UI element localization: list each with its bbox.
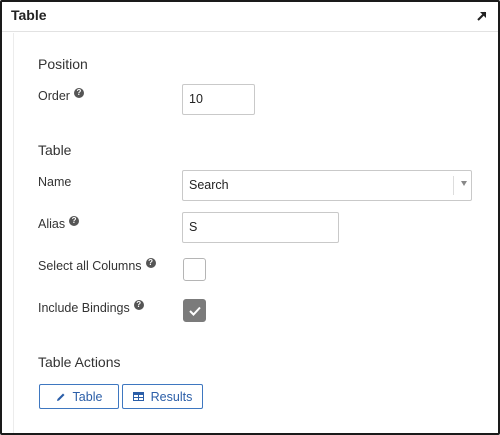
alias-label: Alias ? xyxy=(38,216,80,231)
arrow-up-right-icon xyxy=(477,11,487,21)
table-action-label: Table xyxy=(72,389,103,404)
order-label-text: Order xyxy=(38,89,70,103)
panel-body: Position Order ? 10 Table Name Search Al… xyxy=(13,33,498,433)
name-label: Name xyxy=(38,175,72,189)
order-input[interactable]: 10 xyxy=(182,84,255,115)
select-divider xyxy=(453,176,454,195)
select-all-columns-label: Select all Columns ? xyxy=(38,258,156,273)
include-bindings-checkbox[interactable] xyxy=(183,299,206,322)
section-title-table: Table xyxy=(38,142,72,158)
expand-button[interactable] xyxy=(472,6,492,26)
pencil-icon xyxy=(56,392,66,402)
results-action-button[interactable]: Results xyxy=(122,384,203,409)
order-label: Order ? xyxy=(38,88,84,103)
help-icon[interactable]: ? xyxy=(133,300,144,310)
select-all-columns-label-text: Select all Columns xyxy=(38,259,142,273)
panel-header: Table xyxy=(2,2,498,32)
name-select[interactable]: Search xyxy=(182,170,472,201)
alias-label-text: Alias xyxy=(38,217,66,231)
chevron-down-icon xyxy=(461,181,467,186)
help-icon[interactable]: ? xyxy=(69,216,80,226)
results-action-label: Results xyxy=(150,389,193,404)
checkmark-icon xyxy=(188,306,201,316)
panel-title: Table xyxy=(11,7,47,23)
include-bindings-label: Include Bindings ? xyxy=(38,300,144,315)
section-title-table-actions: Table Actions xyxy=(38,354,121,370)
table-action-button[interactable]: Table xyxy=(39,384,119,409)
help-icon[interactable]: ? xyxy=(73,88,84,98)
include-bindings-label-text: Include Bindings xyxy=(38,301,130,315)
table-panel: Table Position Order ? 10 Table Name Sea… xyxy=(0,0,500,435)
name-select-value: Search xyxy=(189,178,229,192)
help-icon[interactable]: ? xyxy=(145,258,156,268)
select-all-columns-checkbox[interactable] xyxy=(183,258,206,281)
grid-table-icon xyxy=(132,392,144,401)
section-title-position: Position xyxy=(38,56,88,72)
alias-input[interactable]: S xyxy=(182,212,339,243)
